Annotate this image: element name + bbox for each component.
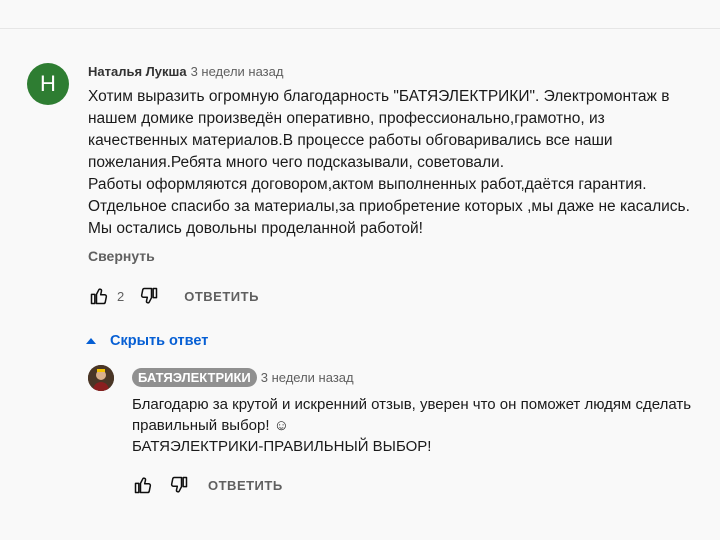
channel-avatar[interactable] bbox=[88, 365, 114, 391]
reply-author-badge[interactable]: БАТЯЭЛЕКТРИКИ bbox=[132, 367, 257, 387]
reply-body: БАТЯЭЛЕКТРИКИ 3 недели назад Благодарю з… bbox=[132, 364, 692, 497]
comment-actions: 2 ОТВЕТИТЬ bbox=[88, 284, 708, 308]
reply-dislike-icon[interactable] bbox=[168, 474, 190, 496]
reply-like-icon[interactable] bbox=[132, 474, 154, 496]
like-count: 2 bbox=[117, 288, 125, 304]
reply-button[interactable]: ОТВЕТИТЬ bbox=[184, 289, 259, 304]
reply-time[interactable]: 3 недели назад bbox=[261, 370, 354, 385]
reply-meta: БАТЯЭЛЕКТРИКИ 3 недели назад bbox=[132, 364, 692, 390]
hide-replies-button[interactable]: Скрыть ответ bbox=[86, 333, 208, 349]
comment-text: Хотим выразить огромную благодарность "Б… bbox=[88, 88, 690, 237]
comment-body: Наталья Лукша 3 недели назад Хотим выраз… bbox=[88, 58, 708, 308]
reply-text: Благодарю за крутой и искренний отзыв, у… bbox=[132, 396, 692, 455]
comment-meta: Наталья Лукша 3 недели назад bbox=[88, 58, 708, 84]
dislike-icon[interactable] bbox=[138, 285, 160, 307]
comment-author[interactable]: Наталья Лукша bbox=[88, 64, 187, 79]
avatar-letter: Н bbox=[40, 71, 56, 96]
reply-reply-button[interactable]: ОТВЕТИТЬ bbox=[208, 478, 283, 493]
collapse-button[interactable]: Свернуть bbox=[88, 248, 708, 270]
hide-replies-label: Скрыть ответ bbox=[110, 333, 209, 349]
reply-actions: ОТВЕТИТЬ bbox=[132, 473, 692, 497]
comment-time[interactable]: 3 недели назад bbox=[191, 64, 284, 79]
top-divider bbox=[0, 0, 720, 29]
like-icon[interactable] bbox=[88, 285, 110, 307]
caret-up-icon bbox=[86, 338, 96, 344]
avatar[interactable]: Н bbox=[27, 63, 69, 105]
